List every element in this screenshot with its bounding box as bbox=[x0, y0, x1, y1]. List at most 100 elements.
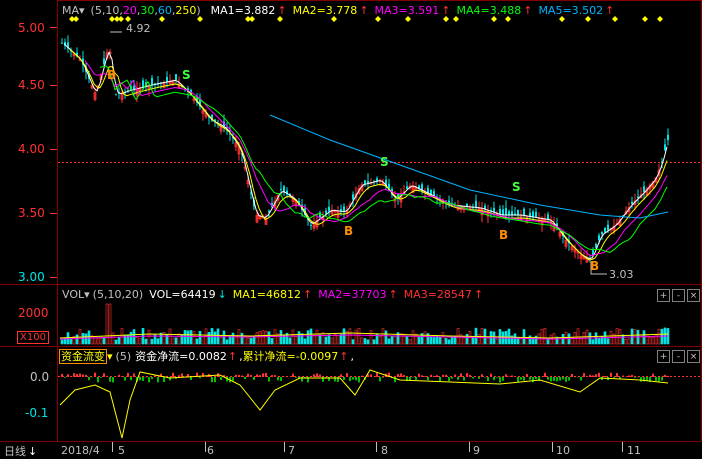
volume-bar bbox=[240, 332, 244, 345]
volume-bar bbox=[441, 332, 445, 345]
candle-body bbox=[631, 201, 633, 204]
volume-bar bbox=[513, 333, 517, 345]
flow-bar bbox=[565, 377, 567, 382]
volume-bar bbox=[363, 338, 367, 345]
flow-bar bbox=[247, 373, 249, 377]
volume-add-button[interactable]: + bbox=[657, 289, 670, 302]
flow-bar bbox=[274, 375, 276, 377]
flow-bar bbox=[271, 375, 273, 377]
flow-bar bbox=[445, 374, 447, 377]
vol-value: VOL=64419 bbox=[149, 287, 216, 301]
flow-bar bbox=[250, 375, 252, 377]
period-selector[interactable]: 日线 ↓ bbox=[4, 443, 37, 459]
arrow-down-icon[interactable]: ↓ bbox=[28, 445, 37, 458]
volume-bar bbox=[315, 329, 319, 345]
volume-bar bbox=[309, 328, 313, 345]
volume-bar bbox=[438, 336, 442, 345]
volume-bar bbox=[99, 338, 103, 345]
volume-bar bbox=[156, 338, 160, 345]
candle-body bbox=[61, 42, 63, 44]
volume-bar bbox=[102, 337, 106, 345]
main-params-prefix: (5,10, bbox=[90, 3, 123, 17]
flow-bar bbox=[121, 376, 123, 377]
flow-indicator-name[interactable]: 资金流变 bbox=[59, 348, 107, 364]
volume-bar bbox=[546, 339, 550, 345]
volume-bar bbox=[219, 337, 223, 345]
flow-bar bbox=[85, 374, 87, 377]
volume-bar bbox=[477, 333, 481, 345]
period-label[interactable]: 日线 bbox=[4, 443, 26, 459]
ma4-arrow: ↑ bbox=[523, 3, 533, 17]
volume-bar bbox=[231, 332, 235, 345]
flow-bar bbox=[496, 377, 498, 378]
flow-bar bbox=[460, 373, 462, 377]
volume-remove-button[interactable]: - bbox=[672, 289, 685, 302]
volume-bar bbox=[213, 331, 217, 345]
buy-marker: B bbox=[107, 68, 117, 82]
flow-bar bbox=[61, 373, 63, 377]
volume-unit-label: X100 bbox=[17, 331, 49, 344]
flow-bar bbox=[88, 377, 90, 381]
candle-body bbox=[352, 194, 354, 200]
volume-bar bbox=[615, 328, 619, 345]
volume-bar bbox=[312, 334, 316, 345]
vol-ma2-value: MA2=37703 bbox=[318, 287, 387, 301]
ma3-line bbox=[84, 60, 668, 257]
flow-bar bbox=[622, 375, 624, 377]
flow-bar bbox=[469, 374, 471, 377]
flow-bar bbox=[268, 377, 270, 382]
flow-bar bbox=[220, 377, 222, 381]
volume-bar bbox=[255, 331, 259, 345]
flow-bar bbox=[505, 374, 507, 377]
flow-bar bbox=[139, 377, 141, 381]
flow-bar bbox=[652, 373, 654, 377]
y-tick-400: 4.00 bbox=[18, 142, 45, 156]
main-indicator-header: MA ▾ (5,10, 20, 30, 60, 250 ) MA1=3.882 … bbox=[62, 3, 615, 17]
flow-bar bbox=[154, 375, 156, 377]
flow-bar bbox=[451, 377, 453, 379]
flow-bar bbox=[535, 377, 537, 380]
flow-bar bbox=[76, 373, 78, 377]
flow-bar bbox=[466, 373, 468, 377]
flow-bar bbox=[439, 377, 441, 382]
flow-bar bbox=[523, 377, 525, 381]
flow-bar bbox=[520, 377, 522, 380]
event-diamond bbox=[642, 16, 648, 22]
buy-marker: B bbox=[590, 259, 600, 273]
volume-bar bbox=[348, 328, 352, 345]
ma5-value: MA5=3.502 bbox=[538, 3, 604, 17]
volume-bar bbox=[444, 337, 448, 345]
volume-bar bbox=[519, 338, 523, 345]
volume-bar bbox=[342, 328, 346, 345]
flow-close-button[interactable]: × bbox=[687, 350, 700, 363]
flow-bar bbox=[97, 377, 99, 383]
flow-add-button[interactable]: + bbox=[657, 350, 670, 363]
flow-bar bbox=[436, 375, 438, 377]
flow-bar bbox=[199, 377, 201, 379]
flow-bar bbox=[628, 375, 630, 377]
flow-bar bbox=[376, 372, 378, 377]
main-indicator-name[interactable]: MA bbox=[62, 4, 79, 17]
volume-indicator-menu-icon[interactable]: ▾ bbox=[84, 288, 90, 301]
flow-bar bbox=[280, 377, 282, 382]
flow-bar bbox=[457, 377, 459, 380]
volume-bar bbox=[417, 336, 421, 345]
main-indicator-menu-icon[interactable]: ▾ bbox=[79, 4, 85, 17]
volume-close-button[interactable]: × bbox=[687, 289, 700, 302]
volume-bar bbox=[354, 329, 358, 345]
flow-bar bbox=[244, 377, 246, 379]
flow-remove-button[interactable]: - bbox=[672, 350, 685, 363]
volume-bar bbox=[186, 330, 190, 345]
volume-indicator-name[interactable]: VOL bbox=[62, 288, 84, 301]
flow-bar bbox=[658, 377, 660, 382]
flow-indicator-menu-icon[interactable]: ▾ bbox=[107, 350, 113, 363]
flow-bar bbox=[634, 377, 636, 378]
candle-body bbox=[505, 208, 507, 215]
volume-bar bbox=[300, 333, 304, 345]
flow-bar bbox=[430, 374, 432, 377]
candle-body bbox=[598, 235, 600, 240]
volume-bar bbox=[303, 338, 307, 345]
flow-bar bbox=[379, 377, 381, 382]
flow-bar bbox=[547, 377, 549, 380]
flow-bar bbox=[346, 373, 348, 377]
